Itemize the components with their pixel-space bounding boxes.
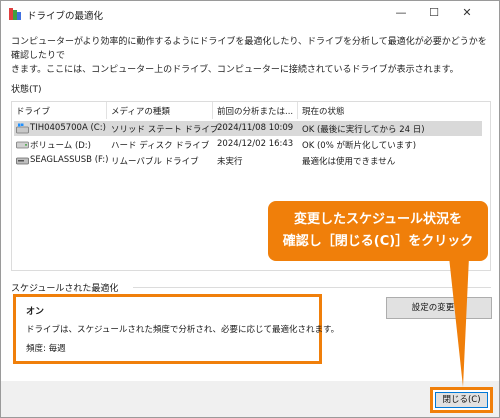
header-last-analyzed[interactable]: 前回の分析または... [217,105,293,117]
column-divider[interactable] [297,102,298,119]
instruction-callout: 変更したスケジュール状況を 確認し［閉じる(C)］をクリック [268,201,488,261]
hard-drive-icon [16,141,29,149]
optimize-drives-window: ドライブの最適化 — ☐ ✕ コンピューターがより効率的に動作するようにドライブ… [0,0,500,418]
last-analyzed: 2024/12/02 16:43 [217,139,294,149]
close-icon[interactable]: ✕ [445,1,489,27]
header-media-type[interactable]: メディアの種類 [111,105,170,117]
drive-name: SEAGLASSUSB (F:) [30,155,109,165]
drive-name: ボリューム (D:) [30,141,91,151]
usb-drive-icon [16,157,29,165]
close-button[interactable]: 閉じる(C) [435,392,488,408]
footer-bar [1,381,499,417]
schedule-frequency: 頻度: 毎週 [26,344,66,354]
callout-line-2: 確認し［閉じる(C)］をクリック [282,234,474,249]
last-analyzed: 未実行 [217,157,243,167]
media-type: ソリッド ステート ドライブ [111,125,219,135]
close-button-highlight: 閉じる(C) [430,387,493,413]
drive-name: TIH0405700A (C:) [30,123,106,133]
column-divider[interactable] [106,102,107,119]
optimize-drives-app-icon [9,8,21,20]
table-row[interactable]: TIH0405700A (C:) ソリッド ステート ドライブ 2024/11/… [14,121,482,136]
column-divider[interactable] [212,102,213,119]
header-drive[interactable]: ドライブ [16,105,50,117]
schedule-description: ドライブは、スケジュールされた頻度で分析され、必要に応じて最適化されます。 [26,325,340,335]
header-current-status[interactable]: 現在の状態 [302,105,345,117]
description-text: コンピューターがより効率的に動作するようにドライブを最適化したり、ドライブを分析… [11,35,491,77]
status-label: 状態(T) [11,85,42,95]
current-status: OK (0% が断片化しています) [302,141,417,151]
current-status: OK (最後に実行してから 24 日) [302,125,425,135]
last-analyzed: 2024/11/08 10:09 [217,123,294,133]
current-status: 最適化は使用できません [302,157,396,167]
media-type: ハード ディスク ドライブ [111,141,210,151]
section-divider [133,287,491,288]
description-line-1: コンピューターがより効率的に動作するようにドライブを最適化したり、ドライブを分析… [11,37,487,61]
window-title: ドライブの最適化 [27,11,104,22]
media-type: リムーバブル ドライブ [111,157,199,167]
table-row[interactable]: SEAGLASSUSB (F:) リムーバブル ドライブ 未実行 最適化は使用で… [14,153,482,168]
schedule-state: オン [26,307,45,317]
callout-line-1: 変更したスケジュール状況を [293,212,463,227]
change-settings-button[interactable]: 設定の変更(S) [386,297,492,319]
table-header: ドライブ メディアの種類 前回の分析または... 現在の状態 [12,102,490,119]
schedule-highlight-box: オン ドライブは、スケジュールされた頻度で分析され、必要に応じて最適化されます。… [13,294,339,364]
title-bar: ドライブの最適化 — ☐ ✕ [1,1,499,27]
scheduled-optimization-label: スケジュールされた最適化 [11,284,119,294]
description-line-2: きます。ここには、コンピューター上のドライブ、コンピューターに接続されているドラ… [11,65,459,75]
windows-drive-icon [16,123,29,134]
table-row[interactable]: ボリューム (D:) ハード ディスク ドライブ 2024/12/02 16:4… [14,137,482,152]
